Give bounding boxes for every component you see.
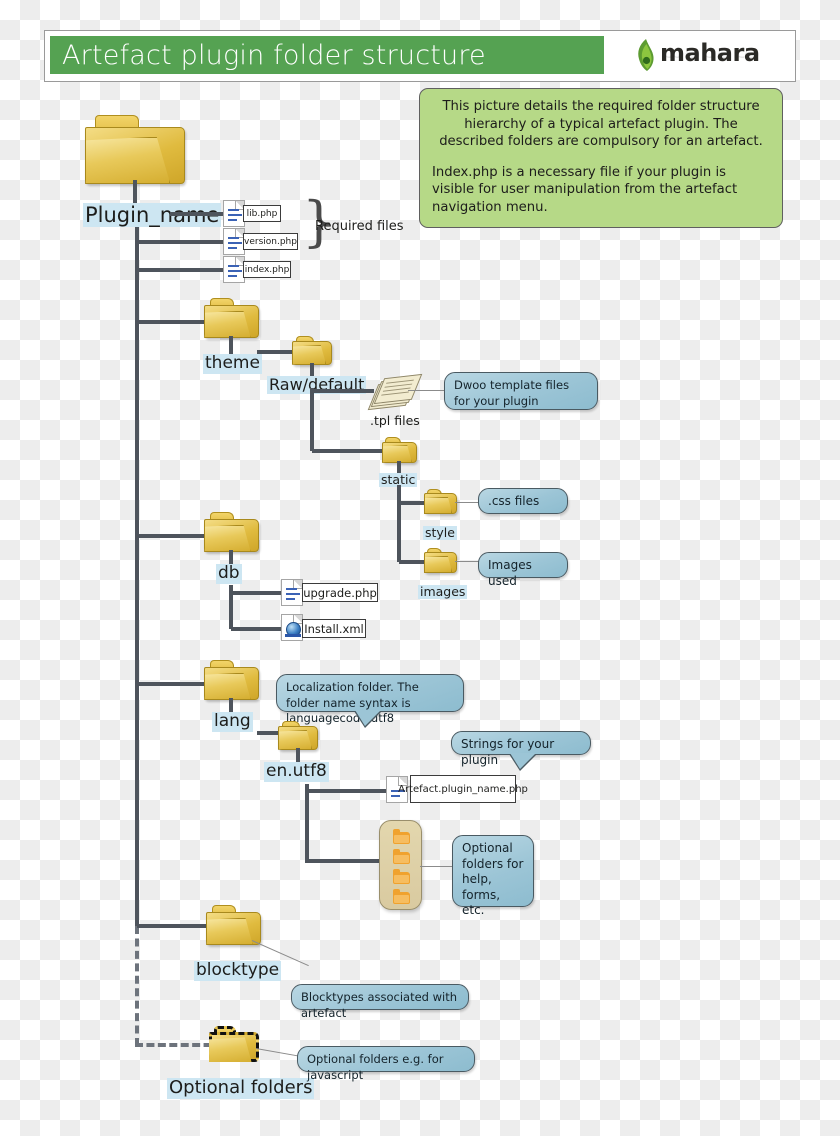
filename-version: version.php: [243, 233, 298, 250]
file-icon-version: [223, 228, 245, 255]
trunk-line-dashed: [135, 926, 139, 1046]
file-icon-upgrade: [281, 579, 303, 606]
enutf8-subtree-line: [305, 784, 309, 863]
mahara-logo-reflection: mahara: [660, 49, 760, 62]
branch-line-upgrade: [231, 591, 283, 595]
branch-line-static: [312, 449, 392, 453]
description-paragraph-1: This picture details the required folder…: [439, 99, 763, 149]
callout-strings-for-plugin: Strings for your plugin: [451, 731, 591, 771]
optional-folders-panel: [379, 820, 422, 910]
branch-line-install: [231, 627, 283, 631]
callout-blocktypes-associated: Blocktypes associated with artefact: [291, 984, 469, 1020]
branch-line-optional-panel: [307, 859, 385, 863]
file-icon-lib: [223, 200, 245, 227]
node-label-images: images: [418, 584, 468, 600]
callout-css-files: .css files: [478, 488, 568, 514]
branch-line-blocktype: [137, 924, 215, 928]
branch-line-tpl: [312, 389, 374, 393]
document-stack-icon-tpl: [367, 373, 423, 411]
filename-install: Install.xml: [302, 619, 366, 638]
mini-folder-icon-1: [393, 829, 410, 844]
callout-localization-folder: Localization folder. The folder name syn…: [276, 674, 464, 728]
filename-lib: lib.php: [243, 205, 281, 222]
required-files-label: Required files: [315, 219, 404, 234]
diagram-canvas: Artefact plugin folder structure mahara …: [0, 0, 840, 1136]
folder-icon-style: [423, 489, 458, 515]
callout-optional-folders-help: Optional folders for help, forms, etc.: [452, 835, 534, 917]
page-title: Artefact plugin folder structure: [62, 40, 486, 71]
filename-artefact-plugin-name: Artefact.plugin_name.php: [398, 775, 528, 803]
branch-line-artefact-file: [307, 789, 387, 793]
node-label-blocktype: blocktype: [194, 960, 282, 981]
node-label-style: style: [423, 525, 457, 541]
callout-optional-folders-js: Optional folders e.g. for javascript: [297, 1046, 475, 1082]
callout-dwoo-template: Dwoo template files for your plugin: [444, 372, 598, 410]
trunk-line: [135, 222, 139, 928]
rawdefault-subtree-line: [310, 388, 314, 451]
node-label-theme: theme: [203, 353, 262, 374]
connector-optional-panel-callout: [420, 866, 454, 867]
node-label-enutf8: en.utf8: [264, 761, 329, 782]
callout-images-used: Images used: [478, 552, 568, 588]
filename-index: index.php: [243, 261, 291, 278]
connector-images-callout: [455, 561, 480, 562]
dashed-folder-icon-optional: [208, 1026, 260, 1064]
theme-stem: [229, 336, 233, 354]
enutf8-stem: [296, 748, 300, 762]
folder-icon-theme: [203, 298, 260, 340]
mahara-koru-icon: [638, 39, 654, 71]
branch-line-theme: [137, 320, 212, 324]
static-subtree-line: [397, 485, 401, 562]
connector-tpl-callout: [408, 390, 446, 391]
folder-icon-plugin-name: [83, 115, 187, 187]
branch-line-lib: [170, 212, 228, 216]
branch-line-lang: [137, 682, 212, 686]
node-label-db: db: [216, 563, 242, 584]
branch-line-index: [137, 268, 228, 272]
mini-folder-icon-2: [393, 849, 410, 864]
file-icon-index: [223, 256, 245, 283]
node-label-optional-folders: Optional folders: [167, 1077, 315, 1099]
mini-folder-icon-4: [393, 889, 410, 904]
label-tpl-files: .tpl files: [370, 413, 420, 428]
connector-style-callout: [455, 502, 480, 503]
folder-icon-db: [203, 512, 260, 554]
folder-icon-rawdefault: [291, 336, 333, 366]
folder-icon-enutf8: [277, 721, 319, 751]
folder-icon-static: [381, 437, 418, 464]
mini-folder-icon-3: [393, 869, 410, 884]
folder-icon-lang: [203, 660, 260, 702]
mahara-logo: mahara mahara: [634, 36, 774, 76]
xml-file-icon-install: [281, 614, 303, 641]
description-paragraph-2: Index.php is a necessary file if your pl…: [432, 164, 738, 215]
branch-line-db: [137, 534, 212, 538]
filename-upgrade: upgrade.php: [302, 583, 378, 602]
branch-line-version: [137, 240, 228, 244]
node-label-lang: lang: [212, 711, 253, 732]
description-box: This picture details the required folder…: [419, 88, 783, 228]
folder-icon-images: [423, 548, 458, 574]
